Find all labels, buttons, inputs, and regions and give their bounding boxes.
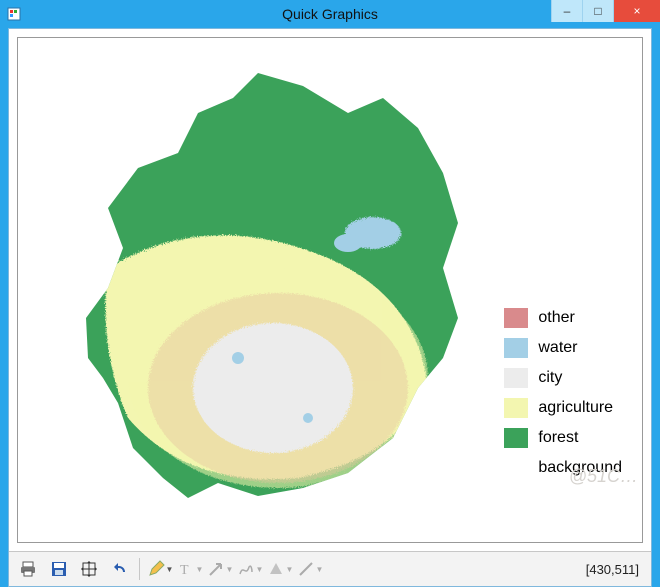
legend-swatch-city <box>504 368 528 388</box>
legend-item-other: other <box>504 303 622 333</box>
legend-swatch-other <box>504 308 528 328</box>
legend-item-water: water <box>504 333 622 363</box>
undo-icon <box>110 560 128 578</box>
legend: other water city agriculture forest backgroun… <box>504 303 622 483</box>
legend-item-agriculture: agriculture <box>504 393 622 423</box>
maximize-button[interactable]: □ <box>582 0 613 22</box>
print-button[interactable] <box>15 555 43 583</box>
legend-label: agriculture <box>538 399 613 417</box>
dropdown-caret-icon: ▼ <box>226 565 234 574</box>
print-icon <box>20 560 38 578</box>
app-icon <box>6 6 22 22</box>
arrow-button: ▼ <box>206 555 234 583</box>
pencil-icon <box>147 560 165 578</box>
dropdown-caret-icon: ▼ <box>196 565 204 574</box>
window-controls: – □ × <box>551 0 660 22</box>
svg-text:T: T <box>180 563 189 578</box>
plot-area: other water city agriculture forest backgroun… <box>9 29 651 551</box>
text-tool-icon: T <box>177 560 195 578</box>
legend-item-city: city <box>504 363 622 393</box>
minimize-button[interactable]: – <box>551 0 582 22</box>
dropdown-caret-icon: ▼ <box>256 565 264 574</box>
close-button[interactable]: × <box>613 0 660 22</box>
toolbar-separator <box>139 558 140 580</box>
legend-label: background <box>538 459 622 477</box>
dropdown-caret-icon: ▼ <box>286 565 294 574</box>
app-window: Quick Graphics – □ × <box>0 0 660 587</box>
landcover-map <box>48 58 478 508</box>
save-button[interactable] <box>45 555 73 583</box>
client-area: other water city agriculture forest backgroun… <box>8 28 652 587</box>
arrow-tool-icon <box>207 560 225 578</box>
legend-item-background: background <box>504 453 622 483</box>
legend-label: forest <box>538 429 578 447</box>
shape-button: ▼ <box>266 555 294 583</box>
plot-panel[interactable]: other water city agriculture forest backgroun… <box>17 37 643 543</box>
freehand-button: ▼ <box>236 555 264 583</box>
legend-label: water <box>538 339 577 357</box>
cursor-coords: [430,511] <box>586 562 645 577</box>
legend-swatch-background <box>504 458 528 478</box>
titlebar[interactable]: Quick Graphics – □ × <box>0 0 660 28</box>
freehand-tool-icon <box>237 560 255 578</box>
line-button: ▼ <box>296 555 324 583</box>
fit-extent-icon <box>80 560 98 578</box>
legend-item-forest: forest <box>504 423 622 453</box>
undo-button[interactable] <box>105 555 133 583</box>
text-button: T▼ <box>176 555 204 583</box>
fit-button[interactable] <box>75 555 103 583</box>
legend-label: other <box>538 309 574 327</box>
legend-label: city <box>538 369 562 387</box>
legend-swatch-agriculture <box>504 398 528 418</box>
legend-swatch-forest <box>504 428 528 448</box>
save-icon <box>50 560 68 578</box>
line-tool-icon <box>297 560 315 578</box>
legend-swatch-water <box>504 338 528 358</box>
toolbar: ▼T▼▼▼▼▼[430,511] <box>9 551 651 586</box>
dropdown-caret-icon: ▼ <box>166 565 174 574</box>
edit-button[interactable]: ▼ <box>146 555 174 583</box>
dropdown-caret-icon: ▼ <box>316 565 324 574</box>
shape-tool-icon <box>267 560 285 578</box>
